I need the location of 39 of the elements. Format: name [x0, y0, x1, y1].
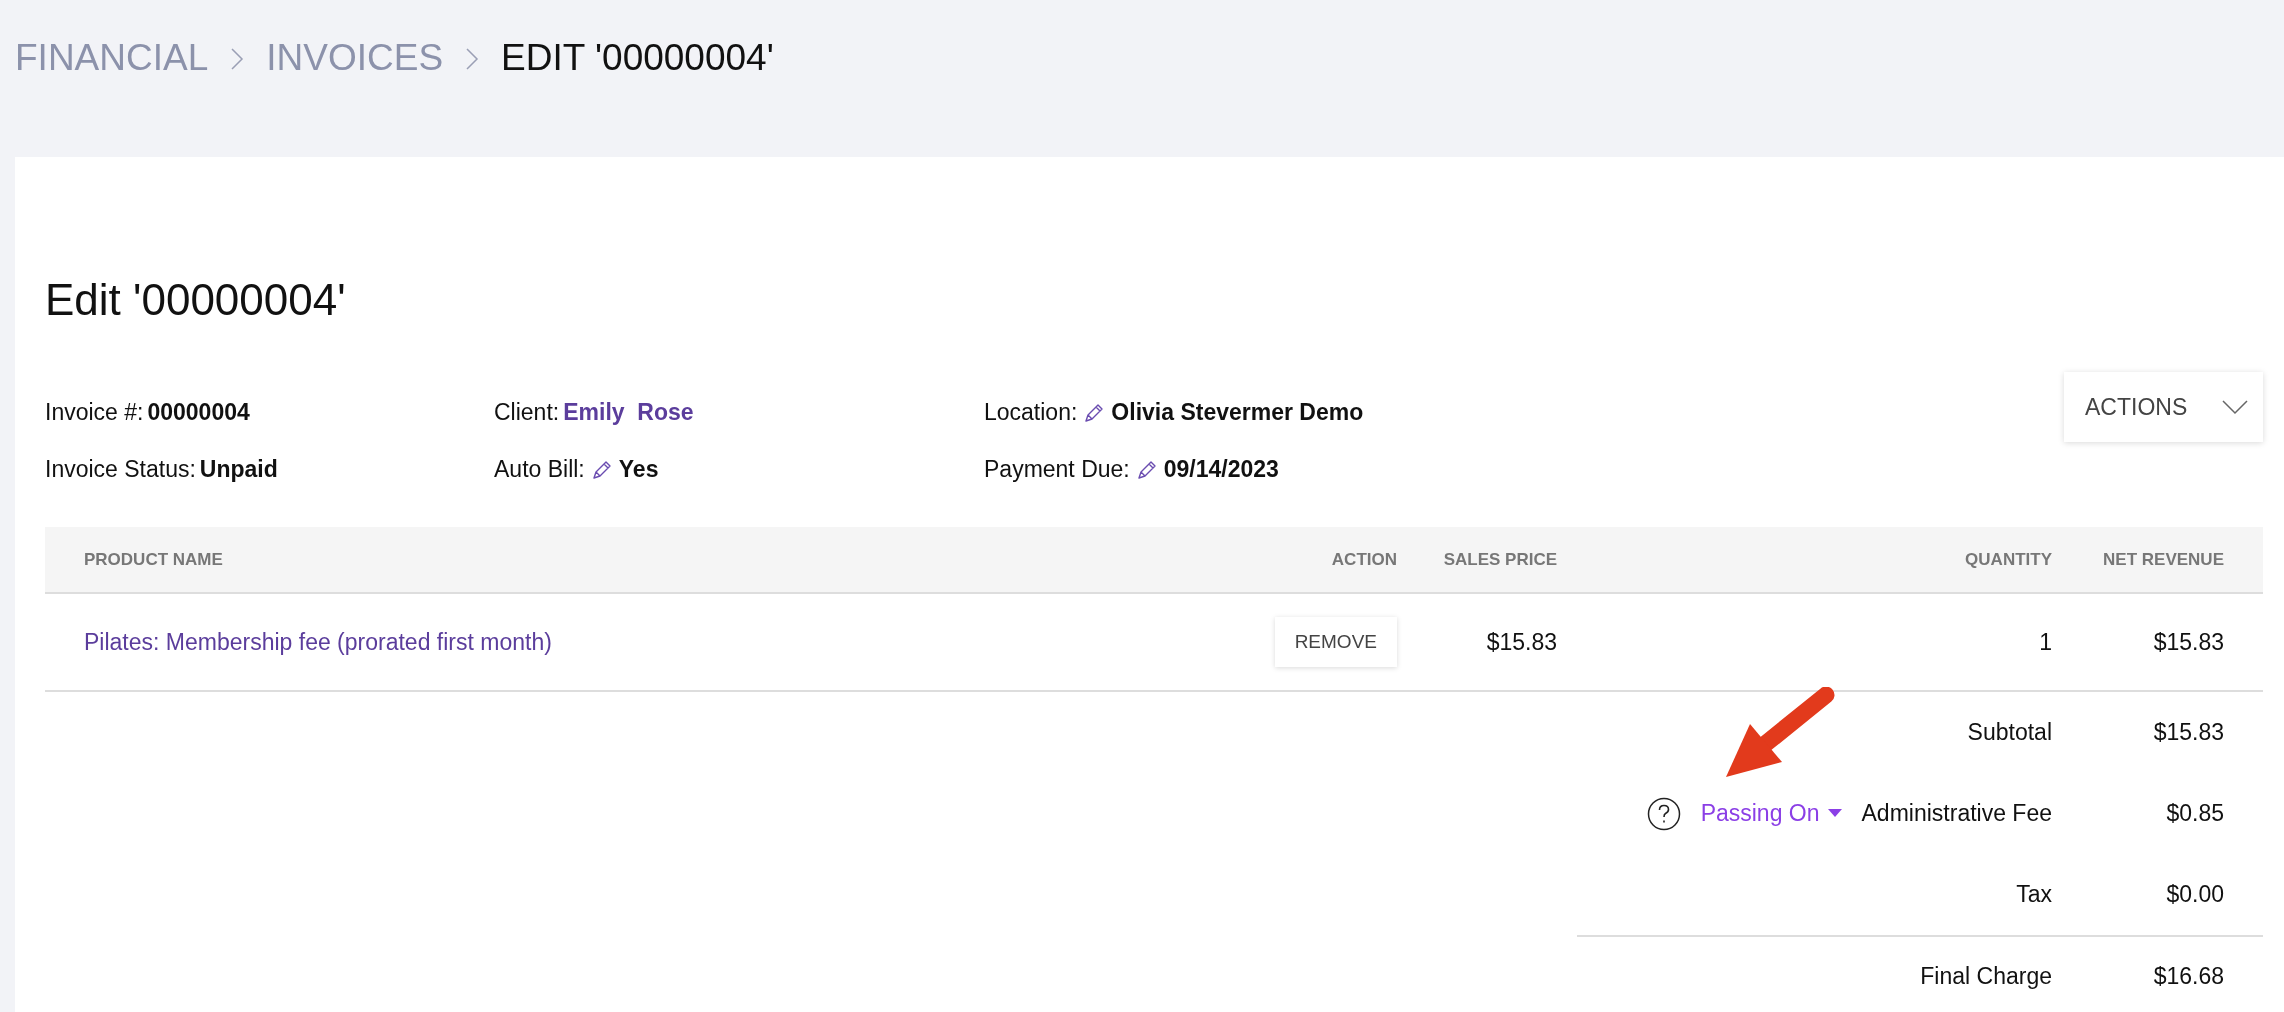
final-charge-value: $16.68: [2152, 962, 2224, 990]
caret-down-icon: [1827, 809, 1842, 818]
final-charge-label: Final Charge: [1919, 962, 2052, 990]
field-label: Auto Bill:: [494, 456, 585, 483]
client-link[interactable]: Emily Rose: [563, 399, 694, 426]
table-cell-text: $15.83: [2152, 628, 2224, 656]
field-value: Olivia Stevermer Demo: [1111, 399, 1364, 426]
breadcrumb-current: EDIT '00000004': [501, 36, 774, 80]
column-header: NET REVENUE: [2102, 549, 2224, 570]
summary-label: Administrative Fee: [1861, 800, 2052, 827]
table-cell-text: 1: [2038, 628, 2052, 656]
field-value: 00000004: [147, 399, 250, 426]
column-header: SALES PRICE: [1442, 549, 1557, 570]
table-cell-text: $15.83: [1485, 628, 1557, 656]
field-label: Location:: [984, 399, 1078, 426]
column-header: ACTION: [1330, 549, 1397, 570]
field-value: Yes: [618, 456, 659, 483]
column-header: PRODUCT NAME: [84, 549, 224, 570]
chevron-right-icon: [465, 47, 480, 71]
remove-button[interactable]: REMOVE: [1274, 617, 1397, 667]
page-title: Edit '00000004': [45, 274, 347, 326]
field-value: Unpaid: [199, 456, 278, 483]
column-header: QUANTITY: [1964, 549, 2052, 570]
summary-value: $15.83: [2152, 719, 2224, 746]
field-label: Client:: [494, 399, 560, 426]
summary-label: Subtotal: [1967, 719, 2052, 746]
chevron-right-icon: [230, 47, 245, 71]
product-link[interactable]: Pilates: Membership fee (prorated first month): [84, 628, 552, 655]
summary-value: $0.00: [2165, 881, 2224, 908]
field-label: Payment Due:: [984, 456, 1130, 483]
summary-value: $0.85: [2165, 800, 2224, 827]
field-label: Invoice #:: [45, 399, 144, 426]
actions-dropdown[interactable]: ACTIONS: [2064, 372, 2263, 442]
chevron-down-icon: [2221, 399, 2249, 415]
summary-label: Tax: [2016, 881, 2052, 908]
help-icon[interactable]: [1646, 796, 1681, 831]
field-value: 09/14/2023: [1163, 456, 1279, 483]
field-label: Invoice Status:: [45, 456, 196, 483]
fee-mode-dropdown[interactable]: Passing On: [1700, 800, 1842, 827]
